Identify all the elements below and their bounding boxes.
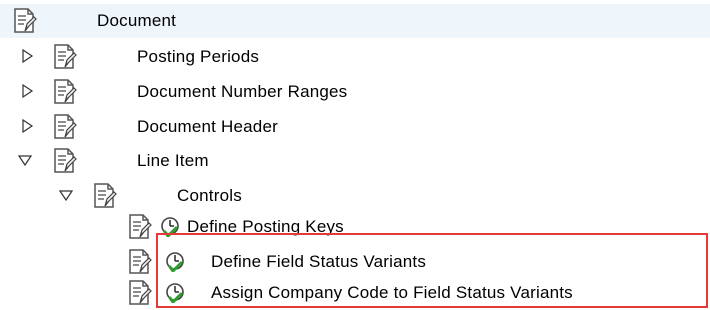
- tree-node-line-item[interactable]: Line Item: [0, 144, 710, 178]
- document-icon: [13, 8, 37, 33]
- tree-node-label: Line Item: [137, 151, 209, 170]
- collapse-triangle-icon[interactable]: [59, 188, 73, 202]
- tree-node-document-number-ranges[interactable]: Document Number Ranges: [0, 75, 710, 109]
- expand-triangle-icon[interactable]: [20, 119, 34, 133]
- tree-node-label: Document: [97, 11, 177, 30]
- document-icon: [53, 148, 77, 173]
- highlight-box: [156, 233, 708, 308]
- document-icon: [128, 214, 152, 239]
- document-icon: [128, 280, 152, 305]
- tree-node-label: Document Number Ranges: [137, 82, 348, 101]
- document-icon: [128, 249, 152, 274]
- expand-triangle-icon[interactable]: [20, 49, 34, 63]
- document-icon: [93, 183, 117, 208]
- tree-node-label: Posting Periods: [137, 47, 260, 66]
- tree-node-posting-periods[interactable]: Posting Periods: [0, 40, 710, 74]
- tree-node-controls[interactable]: Controls: [0, 179, 710, 213]
- document-icon: [53, 44, 77, 69]
- expand-triangle-icon[interactable]: [20, 84, 34, 98]
- document-icon: [53, 114, 77, 139]
- tree-node-document-header[interactable]: Document Header: [0, 110, 710, 144]
- collapse-triangle-icon[interactable]: [18, 153, 32, 167]
- tree-node-document[interactable]: Document: [0, 4, 710, 38]
- tree-node-label: Document Header: [137, 117, 278, 136]
- document-icon: [53, 79, 77, 104]
- tree-node-label: Controls: [177, 186, 242, 205]
